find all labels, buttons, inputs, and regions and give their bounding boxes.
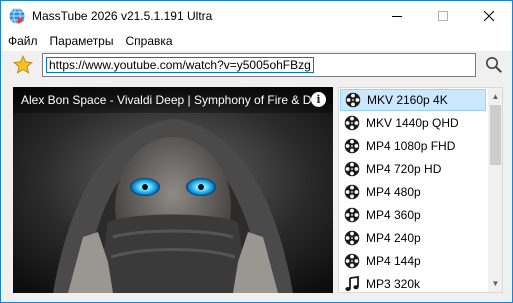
format-item[interactable]: MP4 360p: [340, 204, 486, 226]
video-preview[interactable]: Alex Bon Space - Vivaldi Deep | Symphony…: [13, 87, 333, 293]
format-item[interactable]: MP4 1080p FHD: [340, 135, 486, 157]
menu-file[interactable]: Файл: [1, 31, 44, 51]
film-reel-icon: [344, 161, 360, 177]
maximize-button[interactable]: [420, 1, 466, 31]
minimize-icon: [392, 16, 402, 17]
scroll-up-icon[interactable]: ▲: [488, 88, 502, 105]
toolbar: https://www.youtube.com/watch?v=y5005ohF…: [1, 51, 512, 79]
format-list[interactable]: MKV 2160p 4K MKV 1440p QHD MP4 1080p FHD MP…: [338, 87, 503, 293]
format-label: MKV 1440p QHD: [366, 116, 459, 130]
format-label: MP3 320k: [366, 277, 421, 291]
format-label: MP4 720p HD: [366, 162, 442, 176]
app-window: MassTube 2026 v21.5.1.191 Ultra Файл Пар…: [0, 0, 513, 303]
music-note-icon: [344, 276, 360, 292]
url-text: https://www.youtube.com/watch?v=y5005ohF…: [46, 57, 314, 73]
format-item[interactable]: MKV 1440p QHD: [340, 112, 486, 134]
format-label: MP4 1080p FHD: [366, 139, 456, 153]
video-title-bar: Alex Bon Space - Vivaldi Deep | Symphony…: [13, 87, 333, 113]
window-title: MassTube 2026 v21.5.1.191 Ultra: [32, 9, 213, 23]
menu-bar: Файл Параметры Справка: [1, 31, 512, 51]
format-item[interactable]: MKV 2160p 4K: [340, 89, 486, 111]
maximize-icon: [438, 11, 448, 21]
search-button[interactable]: [482, 54, 506, 76]
title-bar[interactable]: MassTube 2026 v21.5.1.191 Ultra: [1, 1, 512, 31]
favorites-button[interactable]: [10, 54, 36, 76]
format-item[interactable]: MP4 480p: [340, 181, 486, 203]
info-icon[interactable]: i: [311, 92, 326, 107]
format-item[interactable]: MP4 720p HD: [340, 158, 486, 180]
format-label: MP4 240p: [366, 231, 421, 245]
film-reel-icon: [344, 230, 360, 246]
format-label: MKV 2160p 4K: [367, 93, 448, 107]
video-title: Alex Bon Space - Vivaldi Deep | Symphony…: [21, 93, 311, 107]
url-input[interactable]: https://www.youtube.com/watch?v=y5005ohF…: [42, 53, 476, 77]
menu-help[interactable]: Справка: [119, 31, 178, 51]
menu-settings[interactable]: Параметры: [44, 31, 120, 51]
scroll-thumb[interactable]: [490, 105, 501, 165]
app-logo-icon: [9, 8, 25, 24]
film-reel-icon: [344, 207, 360, 223]
film-reel-icon: [344, 115, 360, 131]
format-item[interactable]: MP3 320k: [340, 273, 486, 292]
format-item[interactable]: MP4 144p: [340, 250, 486, 272]
video-thumbnail: [13, 87, 333, 293]
close-icon: [484, 11, 494, 21]
format-label: MP4 360p: [366, 208, 421, 222]
close-button[interactable]: [466, 1, 512, 31]
scroll-down-icon[interactable]: ▼: [488, 275, 502, 292]
film-reel-icon: [344, 253, 360, 269]
magnifier-icon: [486, 57, 502, 73]
format-item[interactable]: MP4 240p: [340, 227, 486, 249]
minimize-button[interactable]: [374, 1, 420, 31]
format-label: MP4 144p: [366, 254, 421, 268]
film-reel-icon: [345, 92, 361, 108]
star-icon: [13, 55, 33, 74]
film-reel-icon: [344, 138, 360, 154]
film-reel-icon: [344, 184, 360, 200]
format-list-scrollbar[interactable]: ▲ ▼: [488, 88, 502, 292]
format-label: MP4 480p: [366, 185, 421, 199]
